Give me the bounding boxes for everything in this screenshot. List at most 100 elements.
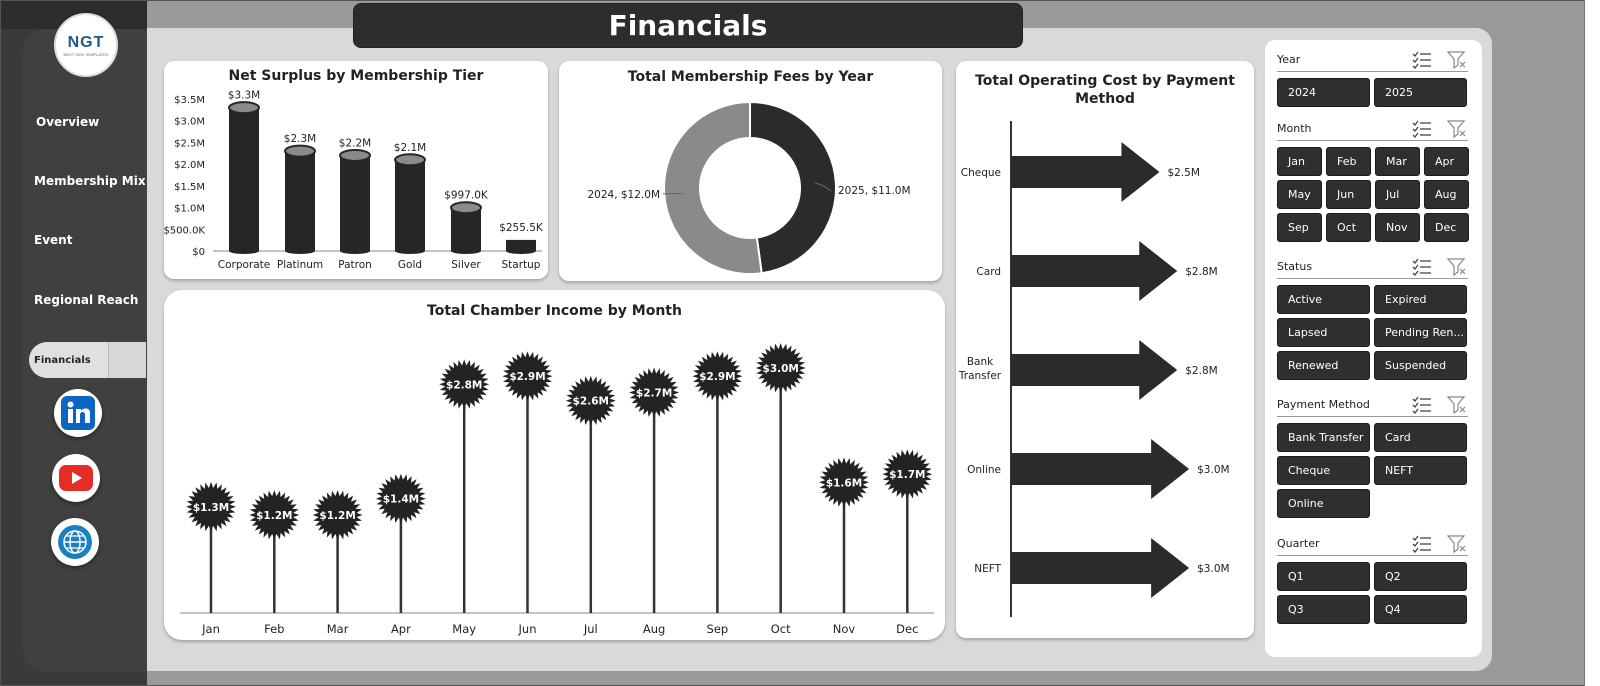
slicer-button-status-pending-ren[interactable]: Pending Ren...: [1374, 318, 1467, 347]
slicer-button-label: Card: [1385, 431, 1411, 444]
slicer-button-payment-bank-transfer[interactable]: Bank Transfer: [1277, 423, 1370, 452]
arrow-data-label: $2.8M: [1185, 266, 1217, 278]
x-tick-label: Jul: [583, 622, 598, 636]
bar-gold: [394, 153, 426, 254]
slicer-button-status-suspended[interactable]: Suspended: [1374, 351, 1467, 380]
slicer-button-payment-cheque[interactable]: Cheque: [1277, 456, 1370, 485]
net-surplus-card: Net Surplus by Membership Tier $0 $500.0K…: [164, 61, 548, 279]
x-tick-label: Jun: [518, 622, 537, 636]
website-button[interactable]: [51, 518, 99, 566]
slicer-button-month-mar[interactable]: Mar: [1375, 147, 1420, 176]
slicer-title-year: Year: [1277, 53, 1301, 66]
y-category-label: Online: [967, 464, 1001, 476]
linkedin-button[interactable]: [54, 389, 102, 437]
bar-body: [285, 151, 315, 251]
clear-filter-icon[interactable]: [1446, 120, 1467, 139]
lollipop-jul: [565, 375, 616, 613]
lollipop-data-label: $3.0M: [763, 363, 799, 375]
slicer-button-month-jul[interactable]: Jul: [1375, 180, 1420, 209]
multi-select-icon[interactable]: [1412, 51, 1432, 69]
slicer-divider: [1277, 416, 1468, 417]
multi-select-icon[interactable]: [1412, 120, 1432, 138]
multi-select-icon[interactable]: [1412, 396, 1432, 414]
nav-regional-reach[interactable]: Regional Reach: [34, 293, 138, 307]
y-tick-label: $0: [192, 247, 205, 258]
lollipop-data-label: $2.8M: [446, 379, 482, 391]
slicer-button-status-lapsed[interactable]: Lapsed: [1277, 318, 1370, 347]
slicer-button-label: Aug: [1435, 188, 1457, 201]
slicer-button-label: Pending Ren...: [1385, 326, 1464, 339]
nav-event[interactable]: Event: [34, 233, 72, 247]
bar-corporate: [228, 101, 260, 254]
slicer-button-month-may[interactable]: May: [1277, 180, 1322, 209]
lollipop-data-label: $1.4M: [383, 494, 419, 506]
slicer-button-status-active[interactable]: Active: [1277, 285, 1370, 314]
multi-select-icon[interactable]: [1412, 535, 1432, 553]
clear-filter-icon[interactable]: [1446, 396, 1467, 415]
slicer-title-status: Status: [1277, 260, 1313, 273]
globe-icon: [58, 525, 92, 559]
bar-cap: [450, 201, 482, 215]
slicer-button-year-2025[interactable]: 2025: [1374, 78, 1467, 107]
slicer-button-year-2024[interactable]: 2024: [1277, 78, 1370, 107]
slicer-button-month-sep[interactable]: Sep: [1277, 213, 1322, 242]
lollipop-mar: [312, 490, 363, 613]
bar-patron: [339, 148, 371, 254]
slicer-button-label: Bank Transfer: [1288, 431, 1364, 444]
clear-filter-icon[interactable]: [1446, 535, 1467, 554]
slicer-button-quarter-q1[interactable]: Q1: [1277, 562, 1370, 591]
slicer-button-label: Sep: [1288, 221, 1309, 234]
slicer-button-month-feb[interactable]: Feb: [1326, 147, 1371, 176]
slicer-button-payment-card[interactable]: Card: [1374, 423, 1467, 452]
lollipop-jun: [502, 351, 553, 613]
multi-select-icon[interactable]: [1412, 258, 1432, 276]
y-tick-label: $500.0K: [164, 225, 205, 236]
operating-cost-card: Total Operating Cost by Payment Method $…: [956, 61, 1254, 638]
lollipop-data-label: $2.9M: [509, 371, 545, 383]
slicer-divider: [1277, 555, 1468, 556]
x-tick-label: Aug: [643, 622, 665, 636]
nav-overview[interactable]: Overview: [36, 115, 99, 129]
logo-subtitle: NEXT GEN TEMPLATES: [63, 51, 109, 57]
arrow-data-label: $3.0M: [1197, 563, 1229, 575]
lollipop-feb: [249, 490, 300, 613]
arrow-data-label: $2.8M: [1185, 365, 1217, 377]
lollipop-aug: [629, 367, 680, 613]
clear-filter-icon[interactable]: [1446, 258, 1467, 277]
nav-membership-mix[interactable]: Membership Mix: [34, 174, 146, 188]
logo-text: NGT: [67, 33, 105, 51]
slicer-button-quarter-q2[interactable]: Q2: [1374, 562, 1467, 591]
slicer-button-quarter-q3[interactable]: Q3: [1277, 595, 1370, 624]
slicer-button-month-nov[interactable]: Nov: [1375, 213, 1420, 242]
bar-base: [340, 248, 370, 254]
bar-cap: [228, 101, 260, 115]
bar-base: [285, 248, 315, 254]
donut-data-label: 2025, $11.0M: [838, 185, 911, 197]
slicer-button-label: Online: [1288, 497, 1324, 510]
slicer-button-quarter-q4[interactable]: Q4: [1374, 595, 1467, 624]
slicer-button-month-aug[interactable]: Aug: [1424, 180, 1469, 209]
slicer-button-month-apr[interactable]: Apr: [1424, 147, 1469, 176]
y-tick-label: $3.0M: [174, 117, 205, 128]
slicer-button-payment-neft[interactable]: NEFT: [1374, 456, 1467, 485]
arrow-data-label: $2.5M: [1167, 167, 1199, 179]
slicer-button-month-jun[interactable]: Jun: [1326, 180, 1371, 209]
slicer-button-payment-online[interactable]: Online: [1277, 489, 1370, 518]
slicer-button-label: Dec: [1435, 221, 1457, 234]
slicer-button-label: Cheque: [1288, 464, 1331, 477]
clear-filter-icon[interactable]: [1446, 51, 1467, 70]
x-tick-label: Corporate: [218, 259, 271, 271]
bar-data-label: $2.1M: [394, 142, 426, 154]
lollipop-data-label: $1.3M: [193, 502, 229, 514]
slicer-button-status-renewed[interactable]: Renewed: [1277, 351, 1370, 380]
youtube-button[interactable]: [52, 454, 100, 502]
bar-silver: [450, 201, 482, 254]
slicer-button-month-dec[interactable]: Dec: [1424, 213, 1469, 242]
slicer-button-label: Jan: [1288, 155, 1305, 168]
slicer-button-label: Mar: [1386, 155, 1407, 168]
slicer-button-month-oct[interactable]: Oct: [1326, 213, 1371, 242]
slicer-button-status-expired[interactable]: Expired: [1374, 285, 1467, 314]
y-category-label: Cheque: [961, 167, 1001, 179]
slicer-button-month-jan[interactable]: Jan: [1277, 147, 1322, 176]
y-category-label: NEFT: [974, 563, 1001, 575]
